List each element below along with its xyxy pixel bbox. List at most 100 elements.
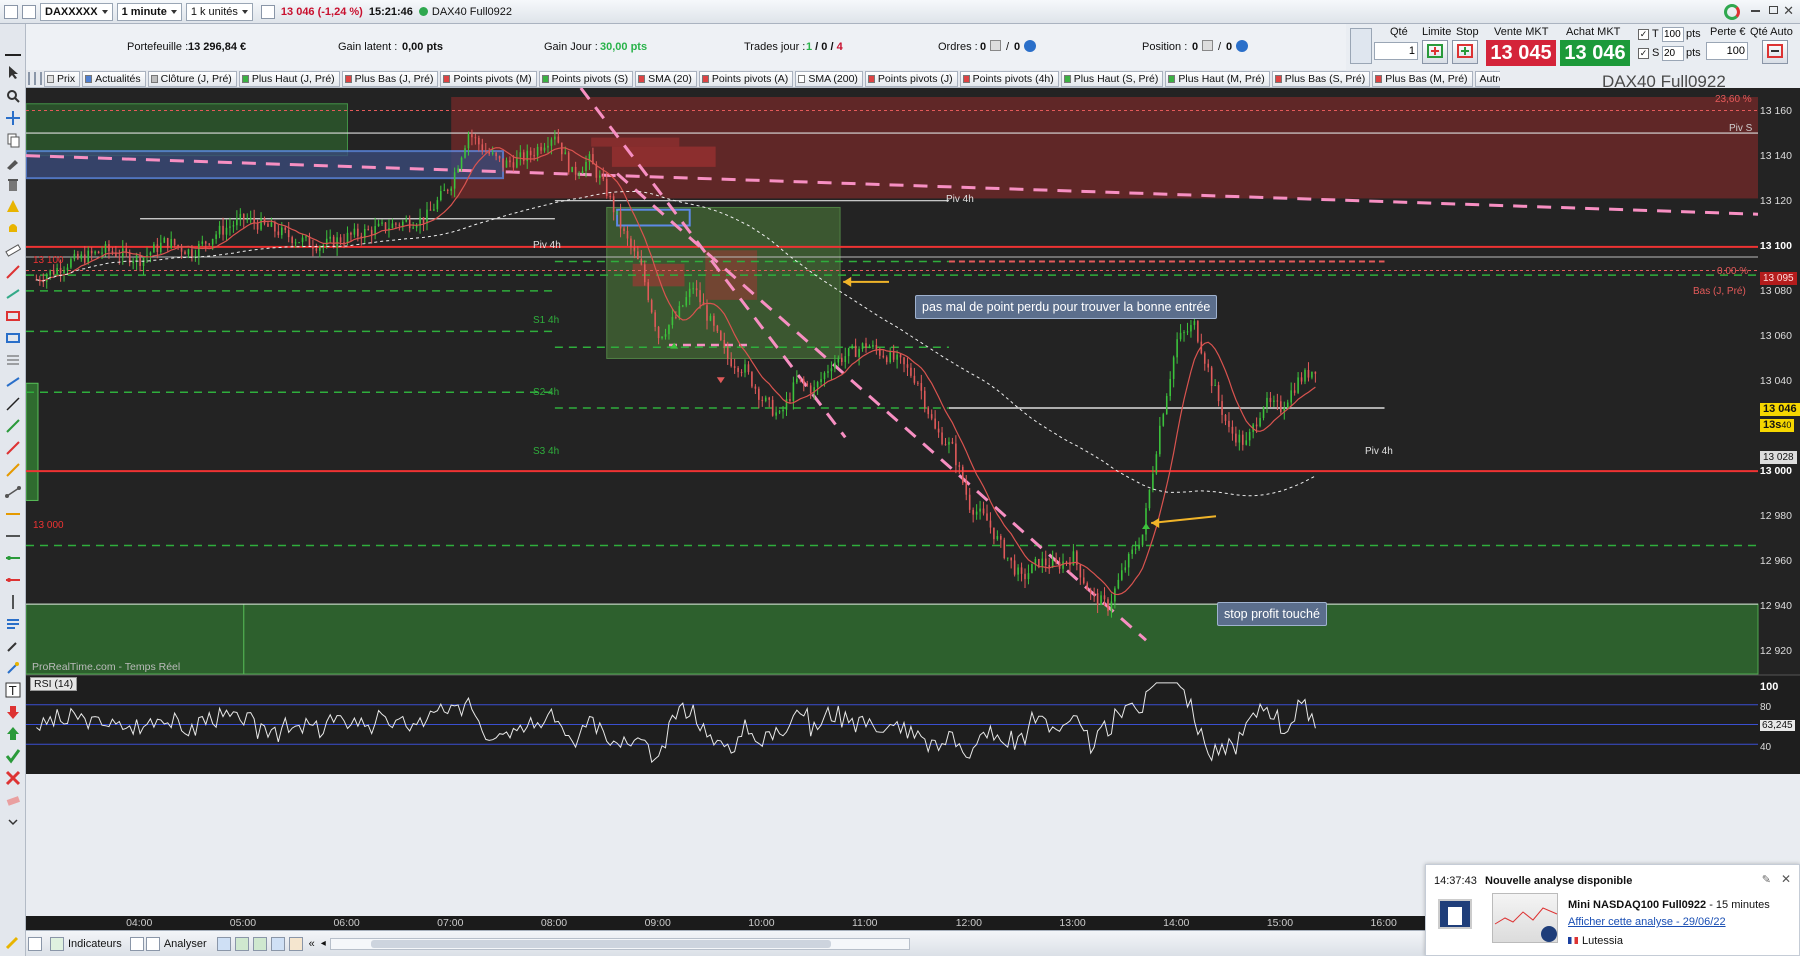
horizontal-orange-icon[interactable]: [5, 506, 21, 522]
chart-type-icon[interactable]: [4, 4, 18, 19]
timeframe-select[interactable]: 1 minute: [116, 2, 182, 21]
notification-pin-icon[interactable]: ✎: [1762, 873, 1771, 886]
sell-market-button[interactable]: 13 045: [1486, 40, 1556, 66]
units-select[interactable]: 1 k unités: [185, 2, 253, 21]
indicators-dropdown-icon[interactable]: [129, 936, 144, 951]
scroll-left-icon[interactable]: «: [309, 938, 315, 950]
chart-tool-icon-2[interactable]: [234, 936, 249, 951]
horizontal-scrollbar[interactable]: [329, 937, 910, 950]
limit-order-button[interactable]: [1422, 40, 1448, 64]
eraser-icon[interactable]: [5, 792, 21, 808]
tab-indicator-13[interactable]: Plus Haut (M, Pré): [1165, 70, 1270, 87]
qte-auto-button[interactable]: [1762, 40, 1788, 64]
arrow-up-icon[interactable]: [5, 726, 21, 742]
eyedropper-icon[interactable]: [5, 638, 21, 654]
notification-close-icon[interactable]: ✕: [1781, 872, 1791, 886]
indicators-button[interactable]: Indicateurs: [68, 938, 122, 950]
move-icon[interactable]: [5, 110, 21, 126]
layout-icon[interactable]: [22, 4, 36, 19]
chart-tool-icon-4[interactable]: [270, 936, 285, 951]
check-icon[interactable]: [5, 748, 21, 764]
horizontal-red-icon[interactable]: [5, 572, 21, 588]
tab-green-icon[interactable]: [40, 72, 42, 85]
notification-link[interactable]: Afficher cette analyse - 29/06/22: [1568, 916, 1726, 928]
text-icon[interactable]: T: [5, 682, 21, 698]
tab-indicator-5[interactable]: Points pivots (M): [440, 70, 537, 87]
analysis-thumbnail[interactable]: [1492, 893, 1558, 943]
stop-order-button[interactable]: [1452, 40, 1478, 64]
close-icon[interactable]: ✕: [1783, 3, 1794, 19]
tab-add-icon[interactable]: [34, 72, 36, 85]
minimize-icon[interactable]: [1751, 10, 1760, 12]
chart-tool-icon-5[interactable]: [288, 936, 303, 951]
scroll-step-left-icon[interactable]: ◂: [321, 938, 326, 949]
stop-loss-input[interactable]: [1662, 46, 1684, 61]
fibonacci-icon[interactable]: [5, 352, 21, 368]
alert-icon[interactable]: [5, 198, 21, 214]
node-line-icon[interactable]: [5, 286, 21, 302]
analyser-icon[interactable]: [145, 936, 160, 951]
scrollbar-thumb[interactable]: [370, 939, 831, 948]
stop-loss-checkbox[interactable]: ✓: [1638, 48, 1649, 59]
analyser-button[interactable]: Analyser: [164, 938, 207, 950]
tab-indicator-2[interactable]: Clôture (J, Pré): [147, 70, 237, 87]
arrow-down-icon[interactable]: [5, 704, 21, 720]
bell-icon[interactable]: [5, 220, 21, 236]
horizontal-green-icon[interactable]: [5, 550, 21, 566]
tab-indicator-3[interactable]: Plus Haut (J, Pré): [238, 70, 340, 87]
tab-indicator-7[interactable]: SMA (20): [635, 70, 697, 87]
red-line-icon[interactable]: [5, 440, 21, 456]
take-profit-input[interactable]: [1662, 27, 1684, 42]
tab-indicator-8[interactable]: Points pivots (A): [698, 70, 794, 87]
refresh-icon[interactable]: [1724, 4, 1740, 20]
position-search-icon[interactable]: [1236, 40, 1248, 52]
buy-market-button[interactable]: 13 046: [1560, 40, 1630, 66]
settings-wrench-icon[interactable]: [1350, 28, 1372, 64]
brush-icon[interactable]: [5, 154, 21, 170]
trendline-icon[interactable]: [5, 396, 21, 412]
tab-indicator-6[interactable]: Points pivots (S): [538, 70, 634, 87]
cross-icon[interactable]: [5, 770, 21, 786]
tab-indicator-10[interactable]: Points pivots (J): [864, 70, 958, 87]
chart-canvas[interactable]: [26, 88, 1800, 774]
quantity-input[interactable]: [1374, 42, 1418, 60]
draw-settings-icon[interactable]: [28, 936, 42, 951]
position-list-icon[interactable]: [1202, 40, 1213, 51]
chart-tool-icon-1[interactable]: [216, 936, 231, 951]
tab-indicator-15[interactable]: Plus Bas (M, Pré): [1372, 70, 1473, 87]
tab-settings-icon[interactable]: [28, 72, 30, 85]
rectangle-icon[interactable]: [5, 308, 21, 324]
text-lines-icon[interactable]: [5, 616, 21, 632]
chart-tool-icon-3[interactable]: [252, 936, 267, 951]
ordres-search-icon[interactable]: [1024, 40, 1036, 52]
annotation-entry-note[interactable]: pas mal de point perdu pour trouver la b…: [915, 295, 1218, 319]
tab-indicator-1[interactable]: Actualités: [82, 70, 146, 87]
magic-icon[interactable]: [5, 660, 21, 676]
horizontal-line-icon[interactable]: [5, 528, 21, 544]
pencil-yellow-icon[interactable]: [5, 934, 21, 950]
perte-input[interactable]: [1706, 42, 1748, 60]
notification-popup[interactable]: 14:37:43 Nouvelle analyse disponible ✎ ✕…: [1425, 864, 1800, 956]
annotation-stop-profit[interactable]: stop profit touché: [1217, 602, 1327, 626]
tab-indicator-9[interactable]: SMA (200): [795, 70, 863, 87]
segment-icon[interactable]: [5, 484, 21, 500]
restore-icon[interactable]: [1769, 6, 1778, 14]
pen-icon[interactable]: [5, 40, 21, 56]
copy-icon[interactable]: [5, 132, 21, 148]
tab-indicator-12[interactable]: Plus Haut (S, Pré): [1060, 70, 1164, 87]
price-chart[interactable]: DAX40 Full0922 ProRealTime.com - Temps R…: [26, 72, 1800, 774]
tab-indicator-11[interactable]: Points pivots (4h): [959, 70, 1059, 87]
pencil-icon[interactable]: [5, 264, 21, 280]
green-line-icon[interactable]: [5, 418, 21, 434]
indicators-icon[interactable]: [50, 936, 64, 951]
blue-rectangle-icon[interactable]: [5, 330, 21, 346]
trash-icon[interactable]: [5, 176, 21, 192]
take-profit-checkbox[interactable]: ✓: [1638, 29, 1649, 40]
tab-indicator-16[interactable]: Autres: [1474, 70, 1500, 87]
instrument-select[interactable]: DAXXXXX: [40, 2, 113, 21]
zoom-icon[interactable]: [5, 88, 21, 104]
orange-line-icon[interactable]: [5, 462, 21, 478]
rsi-label[interactable]: RSI (14): [30, 677, 78, 691]
info-icon[interactable]: [260, 4, 275, 19]
tab-indicator-14[interactable]: Plus Bas (S, Pré): [1271, 70, 1371, 87]
